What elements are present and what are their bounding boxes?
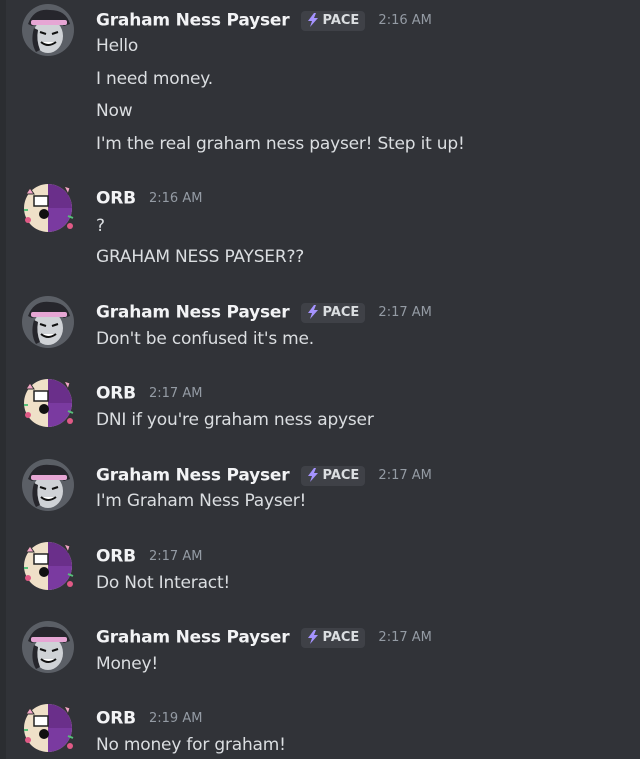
message-text: DNI if you're graham ness apyser: [96, 410, 374, 430]
orb-avatar[interactable]: [20, 538, 76, 594]
timestamp[interactable]: 2:16 AM: [378, 13, 431, 28]
lightning-icon: [307, 304, 318, 319]
username[interactable]: ORB: [96, 384, 136, 404]
graham-avatar[interactable]: [20, 457, 76, 513]
timestamp[interactable]: 2:17 AM: [149, 549, 202, 564]
message-header: ORB 2:16 AM: [96, 188, 202, 210]
message-text: Do Not Interact!: [96, 573, 231, 593]
message-text: I'm Graham Ness Payser!: [96, 491, 307, 511]
guild-tag-label: PACE: [322, 304, 360, 320]
timestamp[interactable]: 2:17 AM: [378, 305, 431, 320]
lightning-icon: [307, 12, 318, 27]
message-text: Now: [96, 101, 133, 121]
username[interactable]: Graham Ness Payser: [96, 466, 290, 486]
guild-tag[interactable]: PACE: [300, 627, 366, 648]
orb-avatar[interactable]: [20, 700, 76, 756]
guild-tag[interactable]: PACE: [300, 465, 366, 486]
message-header: Graham Ness Payser PACE 2:17 AM: [96, 302, 432, 324]
message-header: Graham Ness Payser PACE 2:16 AM: [96, 10, 432, 32]
username[interactable]: ORB: [96, 547, 136, 567]
username[interactable]: ORB: [96, 189, 136, 209]
timestamp[interactable]: 2:19 AM: [149, 711, 202, 726]
guild-tag[interactable]: PACE: [300, 10, 366, 31]
guild-tag[interactable]: PACE: [300, 302, 366, 323]
message-header: ORB 2:17 AM: [96, 546, 202, 568]
graham-avatar[interactable]: [20, 619, 76, 675]
message-header: ORB 2:17 AM: [96, 383, 202, 405]
timestamp[interactable]: 2:17 AM: [378, 468, 431, 483]
timestamp[interactable]: 2:16 AM: [149, 191, 202, 206]
message-text: GRAHAM NESS PAYSER??: [96, 247, 305, 267]
lightning-icon: [307, 629, 318, 644]
guild-tag-label: PACE: [322, 629, 360, 645]
guild-tag-label: PACE: [322, 12, 360, 28]
orb-avatar[interactable]: [20, 180, 76, 236]
orb-avatar[interactable]: [20, 375, 76, 431]
timestamp[interactable]: 2:17 AM: [149, 386, 202, 401]
graham-avatar[interactable]: [20, 2, 76, 58]
message-header: Graham Ness Payser PACE 2:17 AM: [96, 465, 432, 487]
username[interactable]: Graham Ness Payser: [96, 303, 290, 323]
username[interactable]: Graham Ness Payser: [96, 11, 290, 31]
channel-edge-divider: [0, 0, 6, 759]
timestamp[interactable]: 2:17 AM: [378, 630, 431, 645]
message-text: I'm the real graham ness payser! Step it…: [96, 134, 465, 154]
message-text: Money!: [96, 654, 158, 674]
guild-tag-label: PACE: [322, 467, 360, 483]
message-text: No money for graham!: [96, 735, 286, 755]
lightning-icon: [307, 467, 318, 482]
username[interactable]: ORB: [96, 709, 136, 729]
graham-avatar[interactable]: [20, 294, 76, 350]
message-header: ORB 2:19 AM: [96, 708, 202, 730]
message-text: I need money.: [96, 69, 213, 89]
message-text: Hello: [96, 36, 139, 56]
message-text: ?: [96, 216, 105, 236]
chat-message-list: Graham Ness Payser PACE 2:16 AM Hello I …: [0, 0, 640, 759]
message-text: Don't be confused it's me.: [96, 329, 314, 349]
message-header: Graham Ness Payser PACE 2:17 AM: [96, 627, 432, 649]
username[interactable]: Graham Ness Payser: [96, 628, 290, 648]
